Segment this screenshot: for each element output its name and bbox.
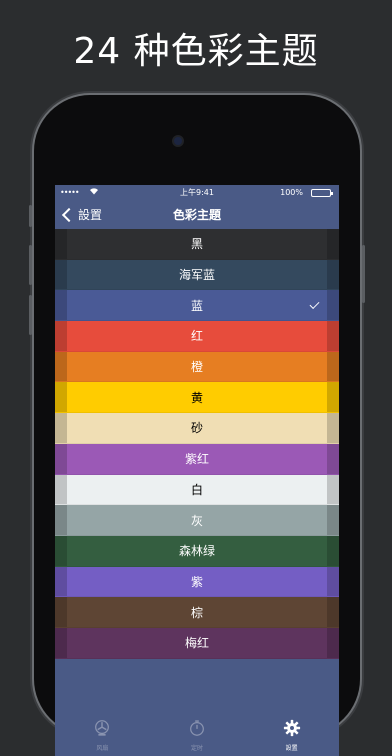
row-edge-left: [55, 535, 67, 566]
row-edge-right: [327, 627, 339, 658]
row-edge-left: [55, 290, 67, 321]
row-edge-left: [55, 443, 67, 474]
row-edge-left: [55, 566, 67, 597]
navigation-bar: 設置 色彩主題: [55, 201, 339, 229]
phone-frame: ••••• 上午9:41 100% 設置 色彩主題 黑海军蓝蓝红橙黄砂紫红白灰森…: [29, 95, 365, 756]
row-edge-right: [327, 382, 339, 413]
theme-row[interactable]: 灰: [55, 505, 339, 536]
fan-icon: [93, 719, 111, 741]
tab-label: 风扇: [96, 745, 109, 752]
theme-label: 黑: [190, 237, 203, 252]
theme-label: 梅红: [184, 636, 209, 651]
row-edge-right: [327, 413, 339, 443]
volume-up-button: [29, 245, 32, 285]
theme-row[interactable]: 棕: [55, 597, 339, 628]
theme-row[interactable]: 白: [55, 474, 339, 506]
tab-bar: 风扇 定时 設置: [55, 715, 339, 756]
theme-row[interactable]: 紫: [55, 566, 339, 598]
row-edge-left: [55, 505, 67, 535]
theme-label: 砂: [190, 421, 203, 436]
row-edge-right: [327, 259, 339, 290]
theme-row[interactable]: 砂: [55, 413, 339, 444]
tab-fan[interactable]: 风扇: [55, 715, 150, 756]
timer-icon: [188, 719, 206, 741]
theme-label: 蓝: [190, 298, 203, 313]
page-title: 色彩主題: [172, 208, 221, 222]
theme-label: 海军蓝: [178, 268, 215, 283]
power-button: [362, 245, 365, 303]
theme-row[interactable]: 黑: [55, 229, 339, 260]
row-edge-right: [327, 566, 339, 597]
theme-row[interactable]: 黄: [55, 382, 339, 414]
theme-row[interactable]: 森林绿: [55, 535, 339, 567]
theme-label: 紫红: [184, 452, 209, 467]
theme-label: 紫: [190, 574, 203, 589]
row-edge-right: [327, 505, 339, 535]
theme-label: 白: [190, 482, 203, 497]
theme-label: 红: [190, 329, 203, 344]
row-edge-left: [55, 474, 67, 505]
row-edge-left: [55, 229, 67, 259]
row-edge-right: [327, 321, 339, 351]
row-edge-right: [327, 443, 339, 474]
battery-icon: [311, 189, 333, 197]
row-edge-left: [55, 413, 67, 443]
status-bar: ••••• 上午9:41 100%: [55, 185, 339, 201]
row-edge-left: [55, 351, 67, 382]
theme-row[interactable]: 蓝: [55, 290, 339, 322]
mute-switch: [29, 205, 32, 227]
row-edge-left: [55, 597, 67, 627]
row-edge-right: [327, 290, 339, 321]
row-edge-right: [327, 597, 339, 627]
theme-label: 棕: [190, 605, 203, 620]
row-edge-left: [55, 259, 67, 290]
row-edge-left: [55, 382, 67, 413]
gear-icon: [283, 719, 301, 741]
tab-gear[interactable]: 設置: [244, 715, 339, 756]
battery-percent: 100%: [280, 188, 303, 197]
tab-label: 定时: [191, 745, 204, 752]
app-screen: ••••• 上午9:41 100% 設置 色彩主題 黑海军蓝蓝红橙黄砂紫红白灰森…: [55, 185, 339, 756]
volume-down-button: [29, 295, 32, 335]
theme-label: 黄: [190, 390, 203, 405]
headline: 24 种色彩主题: [73, 31, 319, 72]
theme-list: 黑海军蓝蓝红橙黄砂紫红白灰森林绿紫棕梅红: [55, 229, 339, 659]
row-edge-right: [327, 474, 339, 505]
theme-label: 橙: [190, 360, 203, 375]
tab-timer[interactable]: 定时: [150, 715, 245, 756]
theme-row[interactable]: 海军蓝: [55, 259, 339, 291]
row-edge-right: [327, 351, 339, 382]
theme-row[interactable]: 橙: [55, 351, 339, 383]
theme-row[interactable]: 红: [55, 321, 339, 352]
theme-label: 灰: [190, 513, 203, 528]
front-camera: [174, 137, 182, 145]
row-edge-left: [55, 321, 67, 351]
checkmark-icon: [309, 299, 320, 310]
theme-label: 森林绿: [178, 544, 215, 559]
row-edge-left: [55, 627, 67, 658]
row-edge-right: [327, 229, 339, 259]
theme-row[interactable]: 梅红: [55, 627, 339, 659]
theme-row[interactable]: 紫红: [55, 443, 339, 475]
row-edge-right: [327, 535, 339, 566]
tab-label: 設置: [285, 745, 298, 752]
